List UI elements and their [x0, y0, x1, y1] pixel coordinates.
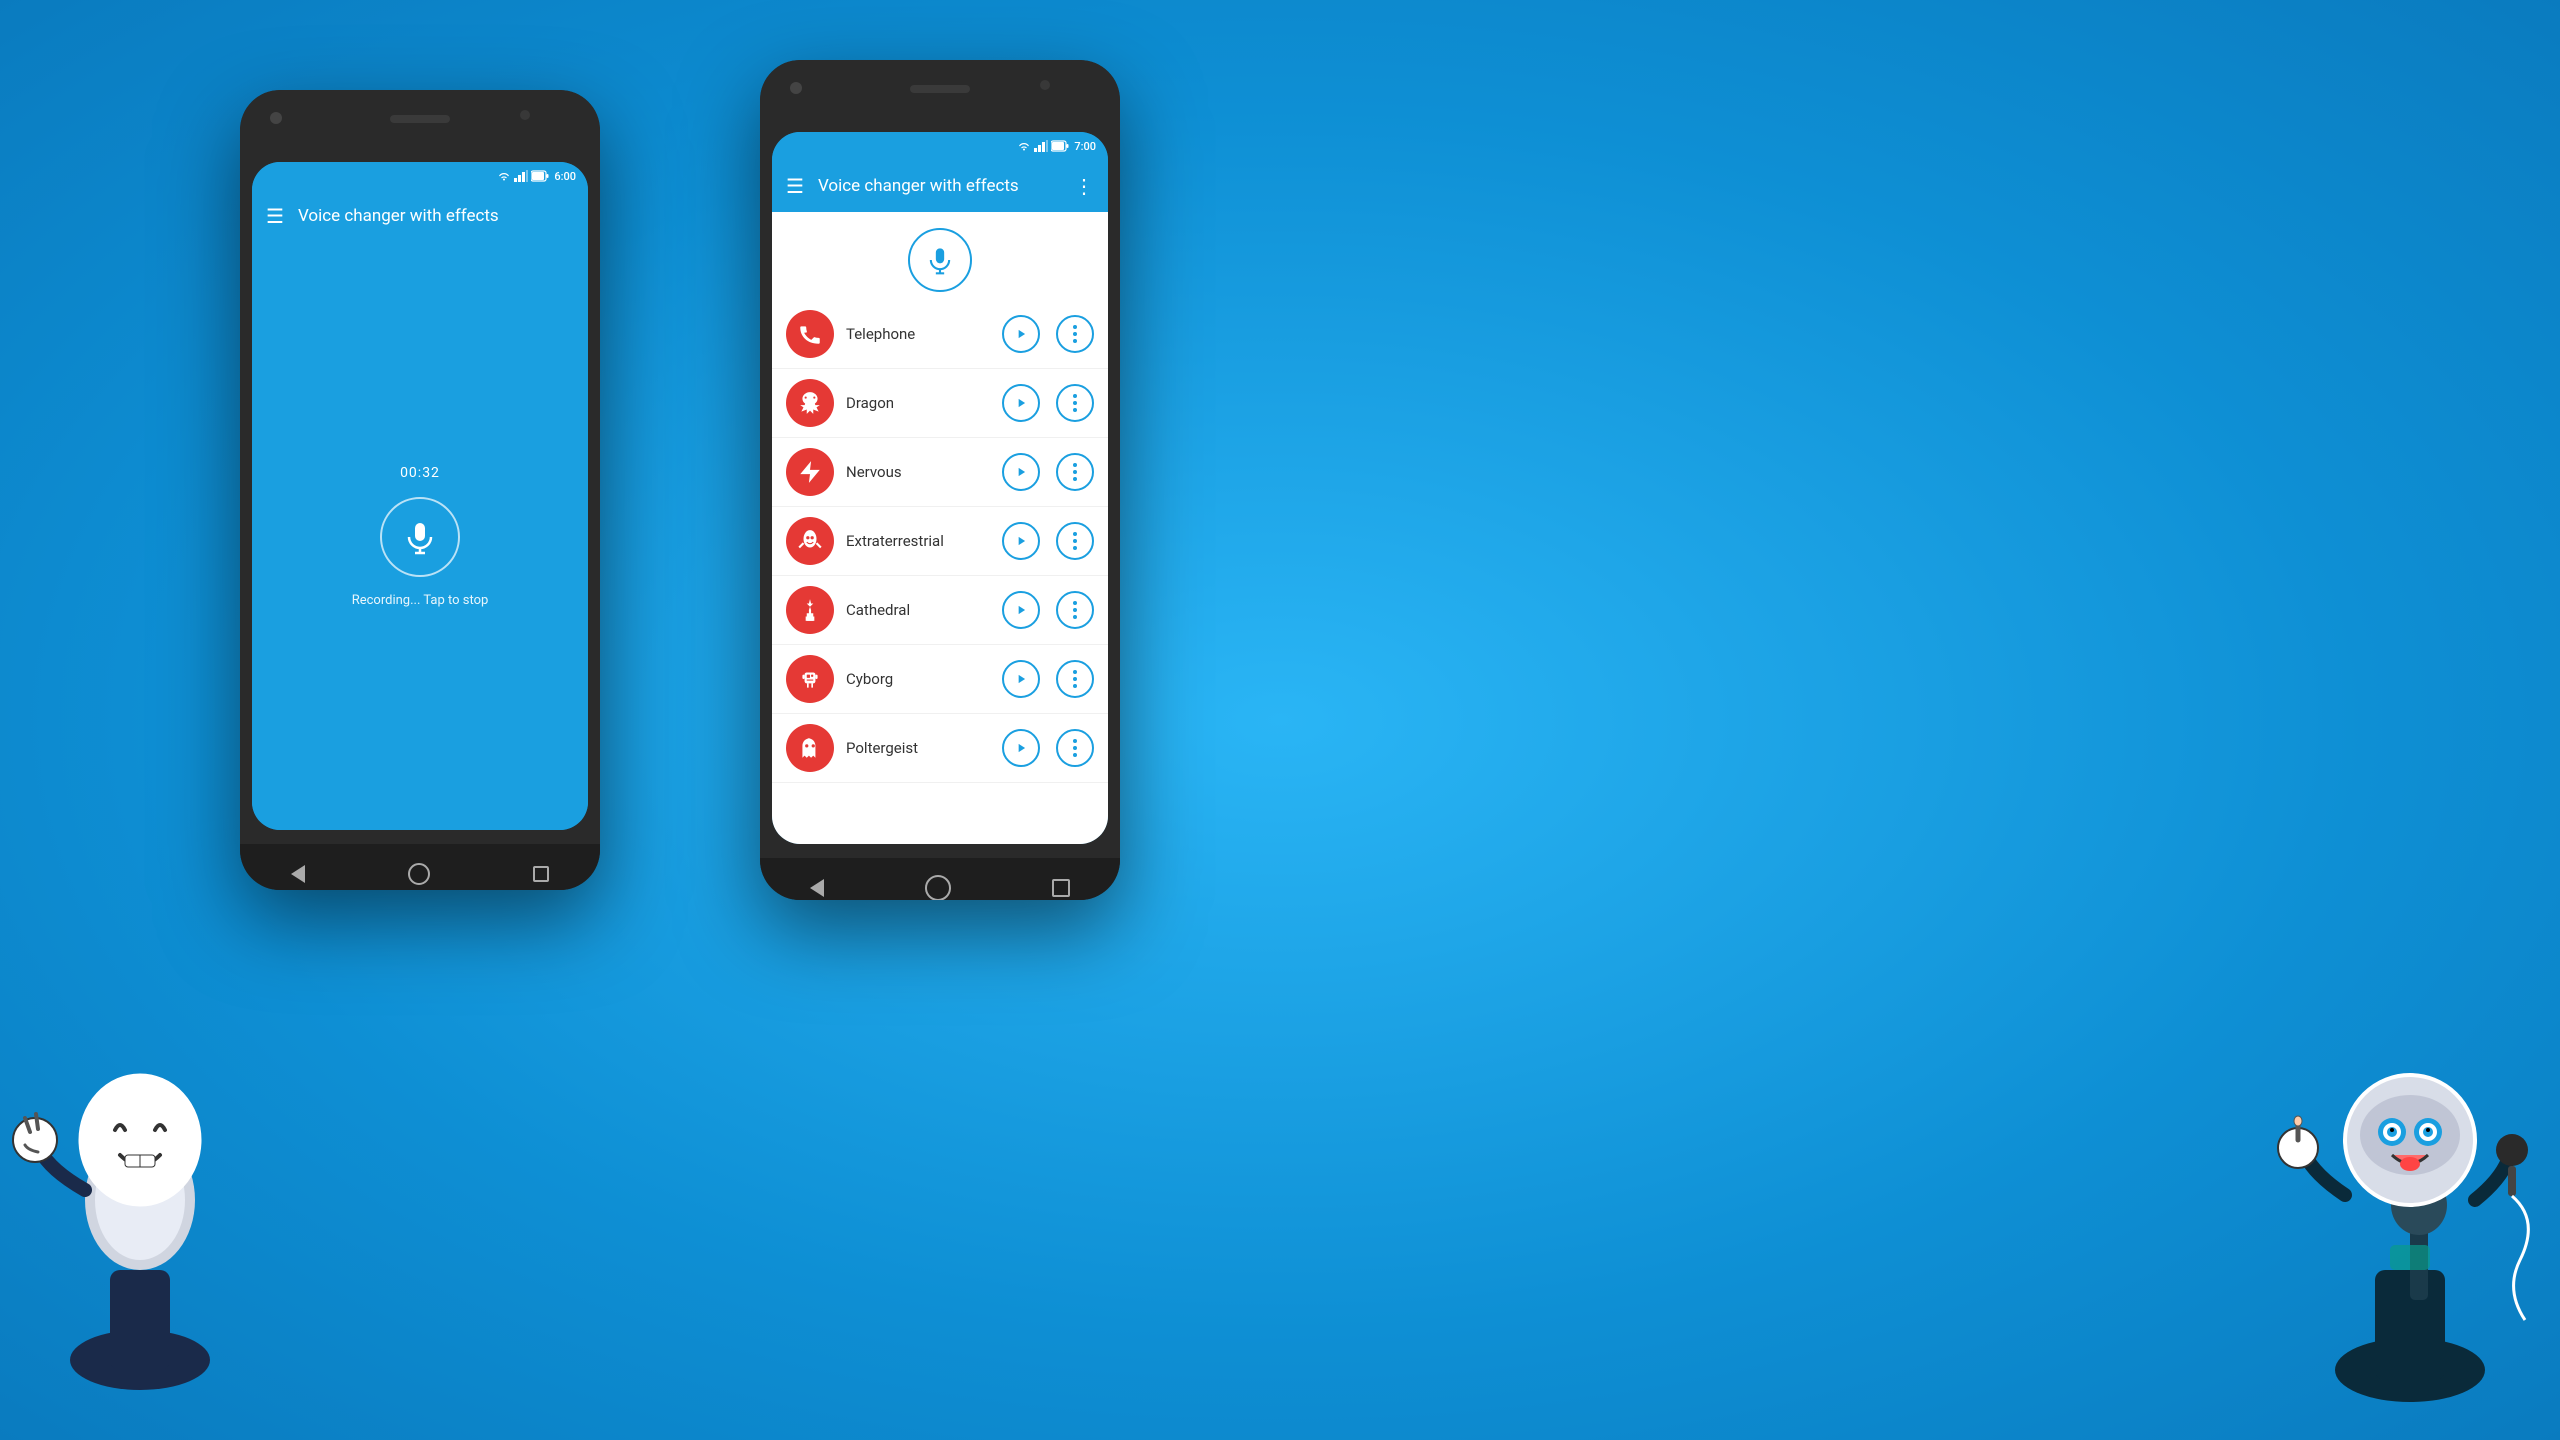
- poltergeist-dots-icon: [1073, 739, 1077, 757]
- left-app-bar: ☰ Voice changer with effects: [252, 190, 588, 242]
- list-item[interactable]: Nervous: [772, 438, 1108, 507]
- mic-header-circle[interactable]: [908, 228, 972, 292]
- right-front-camera: [1040, 80, 1050, 90]
- effect-list: Telephone Dragon: [772, 300, 1108, 783]
- cathedral-icon: [786, 586, 834, 634]
- front-camera: [520, 110, 530, 120]
- recording-screen: 00:32 Recording... Tap to stop: [252, 242, 588, 830]
- battery-icon: [531, 170, 549, 182]
- nervous-more-button[interactable]: [1056, 453, 1094, 491]
- back-triangle-icon: [291, 865, 305, 883]
- dragon-name: Dragon: [846, 394, 986, 412]
- right-mascot: [2260, 940, 2560, 1440]
- right-recents-square-icon: [1052, 879, 1070, 897]
- right-time: 7:00: [1074, 140, 1096, 153]
- list-item[interactable]: Dragon: [772, 369, 1108, 438]
- telephone-play-button[interactable]: [1002, 315, 1040, 353]
- left-status-bar: 6:00: [252, 162, 588, 190]
- left-time: 6:00: [554, 170, 576, 183]
- left-menu-icon[interactable]: ☰: [266, 204, 284, 228]
- right-signal-icon: [1034, 140, 1048, 152]
- cyborg-icon: [786, 655, 834, 703]
- nervous-icon: [786, 448, 834, 496]
- right-app-title: Voice changer with effects: [818, 176, 1060, 196]
- nervous-dots-icon: [1073, 463, 1077, 481]
- cathedral-dots-icon: [1073, 601, 1077, 619]
- right-wifi-icon: [1017, 140, 1031, 152]
- left-status-icons: 6:00: [497, 170, 576, 183]
- left-phone: 6:00 ☰ Voice changer with effects 00:32 …: [240, 90, 600, 890]
- right-menu-icon[interactable]: ☰: [786, 174, 804, 198]
- left-bottom-nav: [240, 844, 600, 890]
- telephone-dots-icon: [1073, 325, 1077, 343]
- effects-screen: Telephone Dragon: [772, 212, 1108, 844]
- left-app-title: Voice changer with effects: [298, 206, 574, 226]
- right-back-button[interactable]: [810, 879, 824, 897]
- telephone-icon: [786, 310, 834, 358]
- cyborg-play-button[interactable]: [1002, 660, 1040, 698]
- list-item[interactable]: Telephone: [772, 300, 1108, 369]
- speaker-grille: [390, 115, 450, 123]
- extraterrestrial-dots-icon: [1073, 532, 1077, 550]
- right-home-circle-icon: [925, 875, 951, 900]
- right-battery-icon: [1051, 140, 1069, 152]
- recents-button[interactable]: [533, 866, 549, 882]
- right-more-icon[interactable]: ⋮: [1074, 174, 1094, 198]
- right-status-icons: 7:00: [1017, 140, 1096, 153]
- right-status-bar: 7:00: [772, 132, 1108, 160]
- mic-circle-button[interactable]: [380, 497, 460, 577]
- right-recents-button[interactable]: [1052, 879, 1070, 897]
- mic-icon: [402, 519, 438, 555]
- list-item[interactable]: Poltergeist: [772, 714, 1108, 783]
- right-speaker-grille: [910, 85, 970, 93]
- right-home-button[interactable]: [925, 875, 951, 900]
- cyborg-dots-icon: [1073, 670, 1077, 688]
- right-camera-dot: [790, 82, 802, 94]
- telephone-more-button[interactable]: [1056, 315, 1094, 353]
- recents-square-icon: [533, 866, 549, 882]
- dragon-play-button[interactable]: [1002, 384, 1040, 422]
- mic-header-icon: [925, 245, 955, 275]
- poltergeist-more-button[interactable]: [1056, 729, 1094, 767]
- right-phone-screen: 7:00 ☰ Voice changer with effects ⋮: [772, 132, 1108, 844]
- poltergeist-play-button[interactable]: [1002, 729, 1040, 767]
- cyborg-more-button[interactable]: [1056, 660, 1094, 698]
- nervous-play-button[interactable]: [1002, 453, 1040, 491]
- home-button[interactable]: [408, 863, 430, 885]
- nervous-name: Nervous: [846, 463, 986, 481]
- right-back-triangle-icon: [810, 879, 824, 897]
- right-app-bar: ☰ Voice changer with effects ⋮: [772, 160, 1108, 212]
- cathedral-more-button[interactable]: [1056, 591, 1094, 629]
- extraterrestrial-play-button[interactable]: [1002, 522, 1040, 560]
- mic-header: [772, 212, 1108, 300]
- left-phone-screen: 6:00 ☰ Voice changer with effects 00:32 …: [252, 162, 588, 830]
- right-phone-top-bezel: [760, 60, 1120, 118]
- camera-dot: [270, 112, 282, 124]
- back-button[interactable]: [291, 865, 305, 883]
- cathedral-play-button[interactable]: [1002, 591, 1040, 629]
- list-item[interactable]: Cyborg: [772, 645, 1108, 714]
- dragon-more-button[interactable]: [1056, 384, 1094, 422]
- wifi-icon: [497, 170, 511, 182]
- telephone-name: Telephone: [846, 325, 986, 343]
- extraterrestrial-name: Extraterrestrial: [846, 532, 986, 550]
- dragon-dots-icon: [1073, 394, 1077, 412]
- poltergeist-icon: [786, 724, 834, 772]
- left-mascot: [0, 940, 280, 1440]
- list-item[interactable]: Cathedral: [772, 576, 1108, 645]
- right-phone: 7:00 ☰ Voice changer with effects ⋮: [760, 60, 1120, 900]
- right-bottom-nav: [760, 858, 1120, 900]
- extraterrestrial-more-button[interactable]: [1056, 522, 1094, 560]
- phone-top-bezel: [240, 90, 600, 148]
- recording-time: 00:32: [400, 465, 440, 481]
- recording-text[interactable]: Recording... Tap to stop: [352, 593, 489, 608]
- dragon-icon: [786, 379, 834, 427]
- cathedral-name: Cathedral: [846, 601, 986, 619]
- extraterrestrial-icon: [786, 517, 834, 565]
- signal-icon: [514, 170, 528, 182]
- list-item[interactable]: Extraterrestrial: [772, 507, 1108, 576]
- home-circle-icon: [408, 863, 430, 885]
- cyborg-name: Cyborg: [846, 670, 986, 688]
- poltergeist-name: Poltergeist: [846, 739, 986, 757]
